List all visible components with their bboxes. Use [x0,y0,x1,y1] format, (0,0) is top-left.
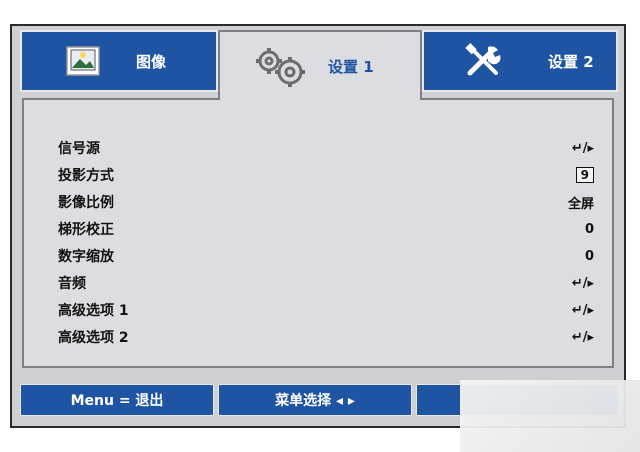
enter-arrow-icon: ↵/▸ [571,329,594,345]
tab-settings-2[interactable]: 设置 2 [422,30,618,92]
tab-image-label: 图像 [136,52,167,71]
settings-panel: 信号源 ↵/▸ 投影方式 9 影像比例 全屏 梯形校正 0 数字缩放 0 音频 … [22,98,614,368]
aspect-ratio-value: 全屏 [567,196,594,212]
menu-item-label: 高级选项 2 [58,330,129,346]
menu-item-projection-mode[interactable]: 投影方式 9 [58,163,594,187]
osd-menu-frame: 图像 设置 1 设置 2 信号源 ↵/▸ 投影方式 9 影像比例 全屏 梯形校正… [10,24,626,428]
menu-item-advanced-2[interactable]: 高级选项 2 ↵/▸ [58,325,594,349]
menu-item-label: 梯形校正 [58,222,114,238]
tab-settings-1-label: 设置 1 [328,57,374,76]
tab-settings-2-label: 设置 2 [548,52,594,71]
menu-item-digital-zoom[interactable]: 数字缩放 0 [58,244,594,268]
menu-item-label: 投影方式 [58,168,114,184]
digital-zoom-value: 0 [584,248,594,264]
enter-arrow-icon: ↵/▸ [571,302,594,318]
image-icon [66,46,100,76]
projection-mode-value: 9 [575,167,594,183]
menu-item-label: 信号源 [58,141,100,157]
menu-item-label: 数字缩放 [58,249,114,265]
tab-image[interactable]: 图像 [20,30,218,92]
menu-item-advanced-1[interactable]: 高级选项 1 ↵/▸ [58,298,594,322]
tools-icon [464,43,504,79]
menu-item-aspect-ratio[interactable]: 影像比例 全屏 [58,190,594,214]
menu-item-audio[interactable]: 音频 ↵/▸ [58,271,594,295]
enter-arrow-icon: ↵/▸ [571,275,594,291]
gears-icon [252,44,306,88]
watermark-overlay [460,380,640,452]
menu-item-label: 影像比例 [58,195,114,211]
tab-settings-1[interactable]: 设置 1 [218,30,422,100]
menu-select-hint[interactable]: 菜单选择 ◂ ▸ [218,384,412,416]
keystone-value: 0 [584,221,594,237]
menu-item-keystone[interactable]: 梯形校正 0 [58,217,594,241]
menu-item-label: 高级选项 1 [58,303,129,319]
menu-item-source[interactable]: 信号源 ↵/▸ [58,136,594,160]
menu-item-label: 音频 [58,276,86,292]
menu-exit-hint[interactable]: Menu = 退出 [20,384,214,416]
enter-arrow-icon: ↵/▸ [571,140,594,156]
